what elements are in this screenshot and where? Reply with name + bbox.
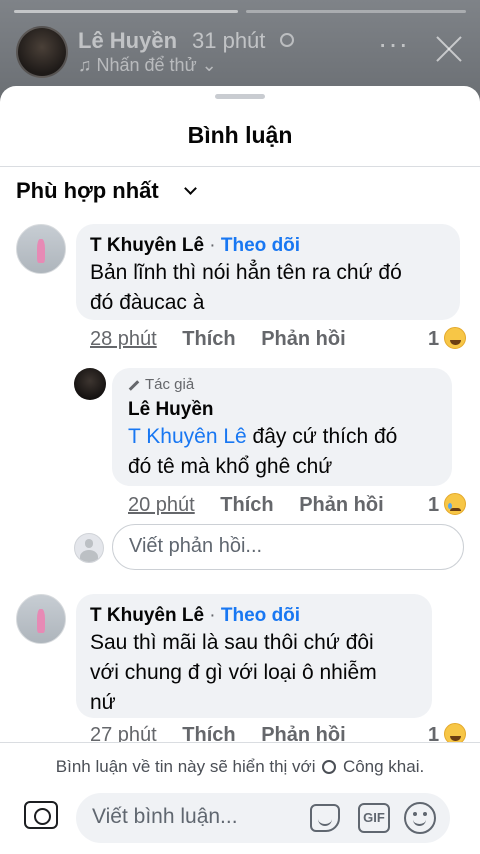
commenter-name[interactable]: T Khuyên Lê — [90, 235, 204, 256]
sad-emoji-icon[interactable] — [444, 493, 466, 515]
comment-header: T Khuyên Lê · Theo dõi — [90, 604, 418, 628]
reply-author-name[interactable]: Lê Huyền — [128, 399, 214, 420]
comment-time[interactable]: 28 phút — [90, 328, 157, 350]
story-progress — [14, 10, 466, 13]
comment-text-line: nứ — [90, 691, 116, 714]
divider — [0, 166, 480, 167]
reply-button[interactable]: Phản hồi — [299, 494, 383, 516]
reaction-count[interactable]: 1 — [428, 328, 439, 351]
commenter-avatar[interactable] — [16, 594, 66, 644]
reply-meta: 20 phút Thích Phản hồi — [128, 494, 384, 517]
gif-icon[interactable]: GIF — [358, 803, 390, 833]
reply-text-line: đó tê mà khổ ghê chứ — [128, 455, 333, 478]
reply-button[interactable]: Phản hồi — [261, 328, 345, 350]
comment-text-line: Sau thì mãi là sau thôi chứ đôi — [90, 631, 374, 654]
reply-header: Lê Huyền — [128, 398, 436, 422]
emoji-icon[interactable] — [404, 802, 436, 834]
comment-bubble: T Khuyên Lê · Theo dõi Sau thì mãi là sa… — [76, 594, 432, 718]
author-badge-label: Tác giả — [145, 376, 195, 393]
globe-icon — [280, 33, 294, 47]
comment-text-line: đó đàucac à — [90, 291, 205, 314]
comment-meta: 28 phút Thích Phản hồi — [90, 328, 346, 351]
separator-dot: · — [204, 605, 221, 626]
progress-segment — [14, 10, 238, 13]
reply-text-line: T Khuyên Lê đây cứ thích đó — [128, 422, 436, 452]
author-badge: Tác giả — [128, 376, 436, 394]
story-header: Lê Huyền 31 phút ♫ Nhấn để thử ⌄ ··· — [0, 0, 480, 90]
notice-text: Bình luận về tin này sẽ hiển thị với — [55, 757, 321, 776]
comment-text-line: Bản lĩnh thì nói hẳn tên ra chứ đó — [90, 261, 402, 284]
like-button[interactable]: Thích — [182, 328, 235, 350]
visibility-notice: Bình luận về tin này sẽ hiển thị với Côn… — [0, 757, 480, 777]
reply-text-rest: đây cứ thích đó — [246, 425, 398, 448]
globe-icon — [322, 760, 337, 774]
story-music-prompt[interactable]: ♫ Nhấn để thử ⌄ — [78, 55, 217, 76]
chevron-down-icon[interactable] — [184, 182, 197, 195]
separator-dot: · — [204, 235, 221, 256]
audience-label: Công khai. — [342, 757, 425, 776]
sort-dropdown[interactable]: Phù hợp nhất — [16, 178, 159, 204]
commenter-avatar[interactable] — [16, 224, 66, 274]
comments-sheet: Bình luận Phù hợp nhất T Khuyên Lê · The… — [0, 86, 480, 854]
sticker-icon[interactable] — [310, 804, 340, 832]
laugh-emoji-icon[interactable] — [444, 327, 466, 349]
pencil-icon — [128, 379, 140, 391]
camera-icon[interactable] — [24, 801, 58, 829]
comment-input-box[interactable]: GIF — [76, 793, 450, 843]
comment-text-line: với chung đ gì với loại ô nhiễm — [90, 661, 377, 684]
story-time: 31 phút — [192, 28, 266, 53]
comment-bubble: T Khuyên Lê · Theo dõi Bản lĩnh thì nói … — [76, 224, 460, 320]
like-button[interactable]: Thích — [220, 494, 273, 516]
comment-input[interactable] — [92, 805, 312, 829]
reply-input-box[interactable] — [112, 524, 464, 570]
comment-composer-footer: Bình luận về tin này sẽ hiển thị với Côn… — [0, 742, 480, 854]
mention-link[interactable]: T Khuyên Lê — [128, 425, 247, 448]
follow-link[interactable]: Theo dõi — [221, 605, 300, 626]
reply-time[interactable]: 20 phút — [128, 494, 195, 516]
reply-bubble: Tác giả Lê Huyền T Khuyên Lê đây cứ thíc… — [112, 368, 452, 486]
story-author-name[interactable]: Lê Huyền — [78, 28, 177, 54]
reply-input[interactable] — [129, 535, 449, 558]
sheet-title: Bình luận — [187, 122, 293, 148]
comment-header: T Khuyên Lê · Theo dõi — [90, 234, 446, 258]
story-author-avatar[interactable] — [16, 26, 68, 78]
close-icon[interactable] — [434, 34, 464, 64]
commenter-name[interactable]: T Khuyên Lê — [90, 605, 204, 626]
follow-link[interactable]: Theo dõi — [221, 235, 300, 256]
progress-segment — [246, 10, 466, 13]
sheet-drag-handle[interactable] — [215, 94, 265, 99]
more-options-icon[interactable]: ··· — [378, 28, 409, 60]
my-avatar — [74, 533, 104, 563]
author-avatar[interactable] — [74, 368, 106, 400]
reaction-count[interactable]: 1 — [428, 494, 439, 517]
